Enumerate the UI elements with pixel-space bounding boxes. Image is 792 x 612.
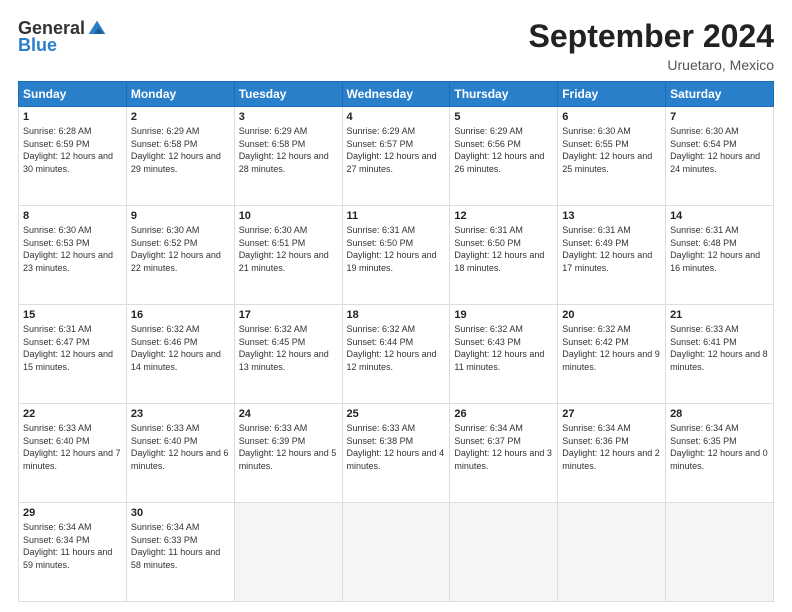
day-cell-19: 19 Sunrise: 6:32 AMSunset: 6:43 PMDaylig… [450,305,558,404]
day-cell-empty-4 [558,503,666,602]
day-cell-3: 3 Sunrise: 6:29 AMSunset: 6:58 PMDayligh… [234,107,342,206]
day-cell-17: 17 Sunrise: 6:32 AMSunset: 6:45 PMDaylig… [234,305,342,404]
day-cell-29: 29 Sunrise: 6:34 AMSunset: 6:34 PMDaylig… [19,503,127,602]
day-cell-9: 9 Sunrise: 6:30 AMSunset: 6:52 PMDayligh… [126,206,234,305]
calendar-header-row: Sunday Monday Tuesday Wednesday Thursday… [19,82,774,107]
day-cell-10: 10 Sunrise: 6:30 AMSunset: 6:51 PMDaylig… [234,206,342,305]
day-cell-11: 11 Sunrise: 6:31 AMSunset: 6:50 PMDaylig… [342,206,450,305]
day-cell-27: 27 Sunrise: 6:34 AMSunset: 6:36 PMDaylig… [558,404,666,503]
day-cell-14: 14 Sunrise: 6:31 AMSunset: 6:48 PMDaylig… [666,206,774,305]
header-sunday: Sunday [19,82,127,107]
day-cell-empty-1 [234,503,342,602]
day-cell-7: 7 Sunrise: 6:30 AMSunset: 6:54 PMDayligh… [666,107,774,206]
day-cell-2: 2 Sunrise: 6:29 AMSunset: 6:58 PMDayligh… [126,107,234,206]
day-cell-30: 30 Sunrise: 6:34 AMSunset: 6:33 PMDaylig… [126,503,234,602]
week-row-5: 29 Sunrise: 6:34 AMSunset: 6:34 PMDaylig… [19,503,774,602]
day-cell-empty-2 [342,503,450,602]
day-cell-18: 18 Sunrise: 6:32 AMSunset: 6:44 PMDaylig… [342,305,450,404]
week-row-4: 22 Sunrise: 6:33 AMSunset: 6:40 PMDaylig… [19,404,774,503]
day-cell-4: 4 Sunrise: 6:29 AMSunset: 6:57 PMDayligh… [342,107,450,206]
logo-icon [87,19,107,39]
day-cell-12: 12 Sunrise: 6:31 AMSunset: 6:50 PMDaylig… [450,206,558,305]
day-cell-empty-5 [666,503,774,602]
day-cell-5: 5 Sunrise: 6:29 AMSunset: 6:56 PMDayligh… [450,107,558,206]
week-row-3: 15 Sunrise: 6:31 AMSunset: 6:47 PMDaylig… [19,305,774,404]
header-tuesday: Tuesday [234,82,342,107]
day-cell-22: 22 Sunrise: 6:33 AMSunset: 6:40 PMDaylig… [19,404,127,503]
header-thursday: Thursday [450,82,558,107]
day-cell-6: 6 Sunrise: 6:30 AMSunset: 6:55 PMDayligh… [558,107,666,206]
header-wednesday: Wednesday [342,82,450,107]
week-row-2: 8 Sunrise: 6:30 AMSunset: 6:53 PMDayligh… [19,206,774,305]
day-cell-1: 1 Sunrise: 6:28 AMSunset: 6:59 PMDayligh… [19,107,127,206]
header: General Blue September 2024 Uruetaro, Me… [18,18,774,73]
day-cell-16: 16 Sunrise: 6:32 AMSunset: 6:46 PMDaylig… [126,305,234,404]
day-cell-13: 13 Sunrise: 6:31 AMSunset: 6:49 PMDaylig… [558,206,666,305]
title-block: September 2024 Uruetaro, Mexico [529,18,774,73]
week-row-1: 1 Sunrise: 6:28 AMSunset: 6:59 PMDayligh… [19,107,774,206]
day-cell-26: 26 Sunrise: 6:34 AMSunset: 6:37 PMDaylig… [450,404,558,503]
logo: General Blue [18,18,107,56]
day-cell-28: 28 Sunrise: 6:34 AMSunset: 6:35 PMDaylig… [666,404,774,503]
calendar-table: Sunday Monday Tuesday Wednesday Thursday… [18,81,774,602]
day-cell-20: 20 Sunrise: 6:32 AMSunset: 6:42 PMDaylig… [558,305,666,404]
month-title: September 2024 [529,18,774,55]
day-cell-empty-3 [450,503,558,602]
header-saturday: Saturday [666,82,774,107]
header-friday: Friday [558,82,666,107]
location: Uruetaro, Mexico [529,57,774,73]
calendar-page: General Blue September 2024 Uruetaro, Me… [0,0,792,612]
logo-blue-text: Blue [18,35,57,56]
day-cell-21: 21 Sunrise: 6:33 AMSunset: 6:41 PMDaylig… [666,305,774,404]
day-cell-24: 24 Sunrise: 6:33 AMSunset: 6:39 PMDaylig… [234,404,342,503]
day-cell-25: 25 Sunrise: 6:33 AMSunset: 6:38 PMDaylig… [342,404,450,503]
day-cell-15: 15 Sunrise: 6:31 AMSunset: 6:47 PMDaylig… [19,305,127,404]
day-cell-23: 23 Sunrise: 6:33 AMSunset: 6:40 PMDaylig… [126,404,234,503]
header-monday: Monday [126,82,234,107]
day-cell-8: 8 Sunrise: 6:30 AMSunset: 6:53 PMDayligh… [19,206,127,305]
